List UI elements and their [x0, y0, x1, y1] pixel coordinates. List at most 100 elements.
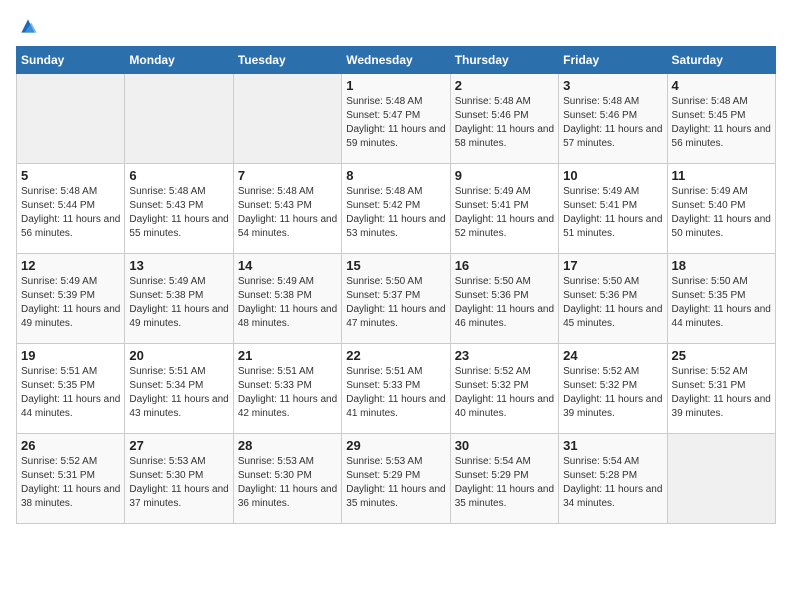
day-number: 22 [346, 348, 445, 363]
day-header-tuesday: Tuesday [233, 47, 341, 74]
logo-icon [18, 16, 38, 36]
cell-info: Sunrise: 5:49 AMSunset: 5:38 PMDaylight:… [129, 275, 228, 331]
calendar-cell: 3 Sunrise: 5:48 AMSunset: 5:46 PMDaylight… [559, 74, 667, 164]
cell-info: Sunrise: 5:54 AMSunset: 5:29 PMDaylight:… [455, 455, 554, 511]
calendar-week-row: 26 Sunrise: 5:52 AMSunset: 5:31 PMDayligh… [17, 434, 776, 524]
cell-info: Sunrise: 5:48 AMSunset: 5:45 PMDaylight:… [672, 95, 771, 151]
day-number: 9 [455, 168, 554, 183]
calendar-cell: 21Sunrise: 5:51 AMSunset: 5:33 PMDayligh… [233, 344, 341, 434]
day-number: 13 [129, 258, 228, 273]
cell-info: Sunrise: 5:49 AMSunset: 5:41 PMDaylight:… [455, 185, 554, 241]
cell-info: Sunrise: 5:52 AMSunset: 5:32 PMDaylight:… [455, 365, 554, 421]
day-number: 23 [455, 348, 554, 363]
calendar-cell [667, 434, 775, 524]
day-number: 20 [129, 348, 228, 363]
calendar-cell: 16 Sunrise: 5:50 AMSunset: 5:36 PMDayligh… [450, 254, 558, 344]
calendar-week-row: 5 Sunrise: 5:48 AMSunset: 5:44 PMDaylight… [17, 164, 776, 254]
cell-info: Sunrise: 5:48 AMSunset: 5:47 PMDaylight:… [346, 95, 445, 151]
calendar-cell: 10 Sunrise: 5:49 AMSunset: 5:41 PMDayligh… [559, 164, 667, 254]
cell-info: Sunrise: 5:48 AMSunset: 5:46 PMDaylight:… [455, 95, 554, 151]
cell-info: Sunrise: 5:54 AMSunset: 5:28 PMDaylight:… [563, 455, 662, 511]
calendar-cell: 31 Sunrise: 5:54 AMSunset: 5:28 PMDayligh… [559, 434, 667, 524]
day-header-friday: Friday [559, 47, 667, 74]
cell-info: Sunrise: 5:51 AMSunset: 5:33 PMDaylight:… [238, 365, 337, 421]
calendar-table: SundayMondayTuesdayWednesdayThursdayFrid… [16, 46, 776, 524]
calendar-cell: 26 Sunrise: 5:52 AMSunset: 5:31 PMDayligh… [17, 434, 125, 524]
cell-info: Sunrise: 5:50 AMSunset: 5:36 PMDaylight:… [563, 275, 662, 331]
day-header-thursday: Thursday [450, 47, 558, 74]
calendar-cell: 11Sunrise: 5:49 AMSunset: 5:40 PMDayligh… [667, 164, 775, 254]
day-number: 12 [21, 258, 120, 273]
day-number: 8 [346, 168, 445, 183]
day-number: 27 [129, 438, 228, 453]
calendar-cell: 7Sunrise: 5:48 AMSunset: 5:43 PMDaylight… [233, 164, 341, 254]
day-number: 2 [455, 78, 554, 93]
day-number: 7 [238, 168, 337, 183]
day-number: 19 [21, 348, 120, 363]
calendar-cell: 14 Sunrise: 5:49 AMSunset: 5:38 PMDayligh… [233, 254, 341, 344]
cell-info: Sunrise: 5:48 AMSunset: 5:46 PMDaylight:… [563, 95, 662, 151]
cell-info: Sunrise: 5:51 AMSunset: 5:33 PMDaylight:… [346, 365, 445, 421]
cell-info: Sunrise: 5:51 AMSunset: 5:34 PMDaylight:… [129, 365, 228, 421]
day-number: 28 [238, 438, 337, 453]
calendar-cell: 28Sunrise: 5:53 AMSunset: 5:30 PMDayligh… [233, 434, 341, 524]
calendar-cell: 23 Sunrise: 5:52 AMSunset: 5:32 PMDayligh… [450, 344, 558, 434]
day-number: 15 [346, 258, 445, 273]
cell-info: Sunrise: 5:52 AMSunset: 5:31 PMDaylight:… [21, 455, 120, 511]
day-number: 10 [563, 168, 662, 183]
day-number: 5 [21, 168, 120, 183]
cell-info: Sunrise: 5:50 AMSunset: 5:37 PMDaylight:… [346, 275, 445, 331]
cell-info: Sunrise: 5:49 AMSunset: 5:39 PMDaylight:… [21, 275, 120, 331]
cell-info: Sunrise: 5:50 AMSunset: 5:35 PMDaylight:… [672, 275, 771, 331]
calendar-cell: 29 Sunrise: 5:53 AMSunset: 5:29 PMDayligh… [342, 434, 450, 524]
page-header [16, 16, 776, 36]
day-number: 25 [672, 348, 771, 363]
day-number: 3 [563, 78, 662, 93]
day-number: 31 [563, 438, 662, 453]
cell-info: Sunrise: 5:52 AMSunset: 5:32 PMDaylight:… [563, 365, 662, 421]
day-number: 26 [21, 438, 120, 453]
cell-info: Sunrise: 5:49 AMSunset: 5:38 PMDaylight:… [238, 275, 337, 331]
calendar-cell: 9 Sunrise: 5:49 AMSunset: 5:41 PMDaylight… [450, 164, 558, 254]
day-number: 16 [455, 258, 554, 273]
calendar-cell [17, 74, 125, 164]
calendar-cell: 5 Sunrise: 5:48 AMSunset: 5:44 PMDaylight… [17, 164, 125, 254]
calendar-week-row: 1 Sunrise: 5:48 AMSunset: 5:47 PMDaylight… [17, 74, 776, 164]
calendar-cell: 19 Sunrise: 5:51 AMSunset: 5:35 PMDayligh… [17, 344, 125, 434]
calendar-cell: 24 Sunrise: 5:52 AMSunset: 5:32 PMDayligh… [559, 344, 667, 434]
calendar-cell: 4 Sunrise: 5:48 AMSunset: 5:45 PMDaylight… [667, 74, 775, 164]
cell-info: Sunrise: 5:53 AMSunset: 5:29 PMDaylight:… [346, 455, 445, 511]
calendar-cell: 27 Sunrise: 5:53 AMSunset: 5:30 PMDayligh… [125, 434, 233, 524]
cell-info: Sunrise: 5:48 AMSunset: 5:44 PMDaylight:… [21, 185, 120, 241]
calendar-cell: 17Sunrise: 5:50 AMSunset: 5:36 PMDayligh… [559, 254, 667, 344]
day-header-sunday: Sunday [17, 47, 125, 74]
calendar-cell: 6Sunrise: 5:48 AMSunset: 5:43 PMDaylight… [125, 164, 233, 254]
day-header-monday: Monday [125, 47, 233, 74]
day-header-saturday: Saturday [667, 47, 775, 74]
calendar-cell: 22 Sunrise: 5:51 AMSunset: 5:33 PMDayligh… [342, 344, 450, 434]
calendar-week-row: 12 Sunrise: 5:49 AMSunset: 5:39 PMDayligh… [17, 254, 776, 344]
cell-info: Sunrise: 5:51 AMSunset: 5:35 PMDaylight:… [21, 365, 120, 421]
calendar-week-row: 19 Sunrise: 5:51 AMSunset: 5:35 PMDayligh… [17, 344, 776, 434]
day-number: 1 [346, 78, 445, 93]
calendar-cell: 15 Sunrise: 5:50 AMSunset: 5:37 PMDayligh… [342, 254, 450, 344]
day-number: 14 [238, 258, 337, 273]
day-number: 6 [129, 168, 228, 183]
logo [16, 16, 38, 36]
cell-info: Sunrise: 5:50 AMSunset: 5:36 PMDaylight:… [455, 275, 554, 331]
calendar-cell [233, 74, 341, 164]
cell-info: Sunrise: 5:52 AMSunset: 5:31 PMDaylight:… [672, 365, 771, 421]
calendar-cell: 20 Sunrise: 5:51 AMSunset: 5:34 PMDayligh… [125, 344, 233, 434]
cell-info: Sunrise: 5:53 AMSunset: 5:30 PMDaylight:… [129, 455, 228, 511]
calendar-cell: 1 Sunrise: 5:48 AMSunset: 5:47 PMDaylight… [342, 74, 450, 164]
day-header-wednesday: Wednesday [342, 47, 450, 74]
day-number: 24 [563, 348, 662, 363]
day-number: 29 [346, 438, 445, 453]
day-number: 30 [455, 438, 554, 453]
calendar-cell: 2 Sunrise: 5:48 AMSunset: 5:46 PMDaylight… [450, 74, 558, 164]
calendar-cell: 8Sunrise: 5:48 AMSunset: 5:42 PMDaylight… [342, 164, 450, 254]
calendar-cell: 25 Sunrise: 5:52 AMSunset: 5:31 PMDayligh… [667, 344, 775, 434]
day-number: 4 [672, 78, 771, 93]
calendar-cell: 18Sunrise: 5:50 AMSunset: 5:35 PMDayligh… [667, 254, 775, 344]
cell-info: Sunrise: 5:49 AMSunset: 5:41 PMDaylight:… [563, 185, 662, 241]
